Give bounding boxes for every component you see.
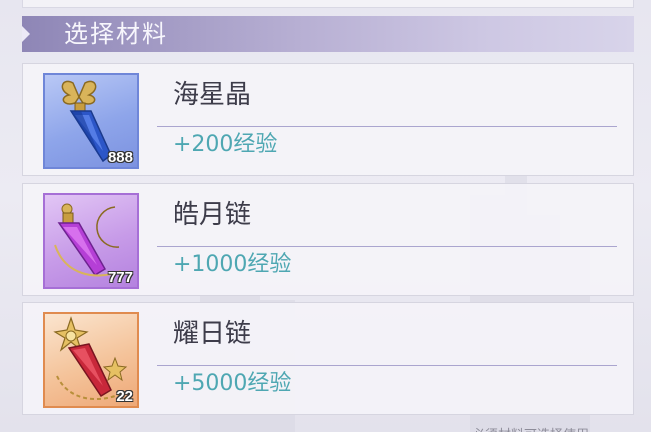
card-divider bbox=[157, 246, 617, 247]
material-card-bright-moon-chain[interactable]: 777 皓月链 +1000经验 bbox=[22, 183, 634, 296]
material-card-radiant-sun-chain[interactable]: 22 耀日链 +5000经验 bbox=[22, 302, 634, 415]
material-icon-slot[interactable]: 22 bbox=[43, 312, 139, 408]
material-icon-slot[interactable]: 888 bbox=[43, 73, 139, 169]
card-divider bbox=[157, 126, 617, 127]
item-count: 22 bbox=[116, 388, 133, 405]
material-exp: +1000经验 bbox=[173, 252, 292, 277]
card-divider bbox=[157, 365, 617, 366]
item-count: 777 bbox=[107, 269, 133, 286]
top-panel-edge bbox=[22, 0, 634, 8]
material-card-sea-star-crystal[interactable]: 888 海星晶 +200经验 bbox=[22, 63, 634, 176]
material-name: 皓月链 bbox=[173, 200, 252, 230]
item-count: 888 bbox=[107, 149, 133, 166]
section-header: 选择材料 bbox=[22, 16, 634, 52]
section-title: 选择材料 bbox=[64, 20, 168, 48]
material-icon-slot[interactable]: 777 bbox=[43, 193, 139, 289]
header-notch bbox=[22, 26, 30, 42]
material-name: 耀日链 bbox=[173, 319, 252, 349]
material-exp: +5000经验 bbox=[173, 371, 292, 396]
material-name: 海星晶 bbox=[173, 80, 252, 110]
footer-hint-text: 必须材料可选择使用 bbox=[472, 424, 589, 432]
material-exp: +200经验 bbox=[173, 132, 278, 157]
